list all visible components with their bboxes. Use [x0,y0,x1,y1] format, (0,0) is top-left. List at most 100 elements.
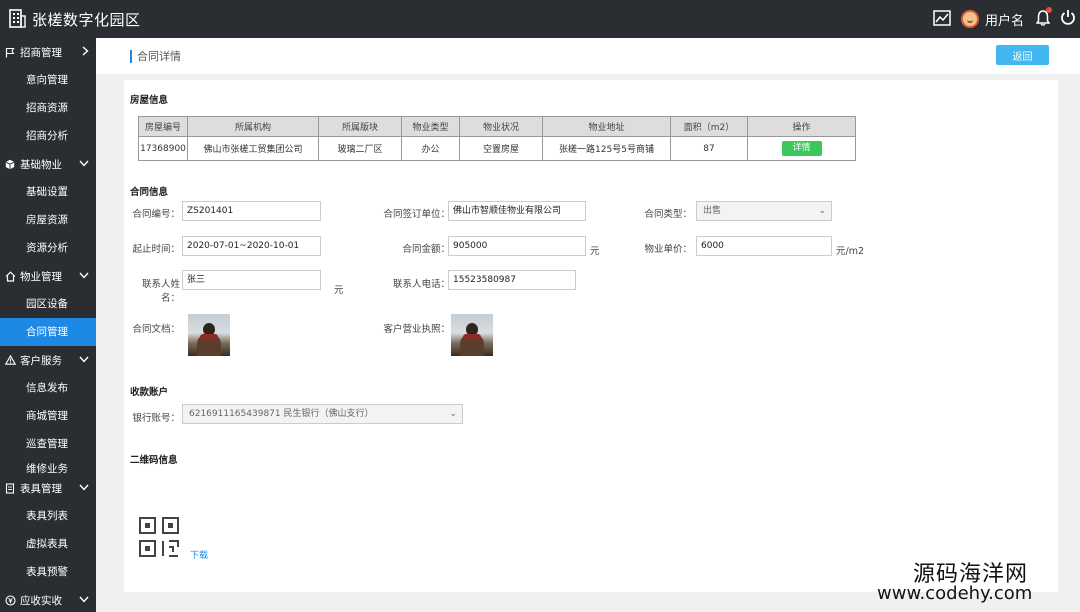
contract-doc-image[interactable] [188,314,230,356]
sidebar-item-park-equipment[interactable]: 园区设备 [0,290,96,318]
column-header: 操作 [747,116,856,137]
document-icon [4,482,16,494]
sidebar-item-investment-resources[interactable]: 招商资源 [0,94,96,122]
username[interactable]: 用户名 [985,10,1024,29]
brand[interactable]: 张槎数字化园区 [8,8,141,31]
app-title: 张槎数字化园区 [32,10,141,29]
contact-name-input[interactable]: 张三 [182,270,321,290]
sidebar-item-meter-list[interactable]: 表具列表 [0,502,96,530]
contract-unit-input[interactable]: 佛山市智顺佳物业有限公司 [448,201,586,221]
power-icon[interactable] [1060,9,1076,29]
amount-unit: 元 [590,246,600,257]
sidebar-group-label: 表具管理 [20,482,62,495]
column-header: 物业状况 [459,116,543,137]
sidebar: 招商管理 意向管理 招商资源 招商分析 基础物业 基础设置 房屋资源 资源分析 … [0,38,96,612]
chevron-down-icon [79,594,89,606]
top-bar: 张槎数字化园区 用户名 [0,0,1080,38]
chevron-down-icon [79,354,89,366]
detail-button[interactable]: 详情 [781,141,822,156]
sidebar-group-investment[interactable]: 招商管理 [0,38,96,66]
download-link[interactable]: 下载 [190,548,208,561]
sidebar-group-customer-service[interactable]: 客户服务 [0,346,96,374]
avatar[interactable] [960,10,979,28]
column-header: 物业地址 [542,116,671,137]
sidebar-group-meter-management[interactable]: 表具管理 [0,474,96,502]
flag-icon [4,47,16,58]
contact-phone-label: 联系人电话： [392,279,450,290]
sidebar-group-receivables[interactable]: 应收实收 [0,586,96,612]
table-cell: 办公 [401,136,460,161]
contract-detail-card: 房屋信息 房屋编号 所属机构 所属版块 物业类型 物业状况 物业地址 面积（m2… [124,80,1058,592]
sidebar-group-label: 招商管理 [20,46,62,59]
sidebar-item-mall-management[interactable]: 商城管理 [0,402,96,430]
business-license-label: 客户营业执照： [383,324,450,335]
sidebar-group-property-management[interactable]: 物业管理 [0,262,96,290]
sidebar-item-virtual-meter[interactable]: 虚拟表具 [0,530,96,558]
chevron-right-icon [82,46,89,59]
sidebar-group-label: 基础物业 [20,158,62,171]
bell-icon[interactable] [1035,7,1052,29]
chevron-down-icon [79,482,89,494]
sidebar-group-basic-property[interactable]: 基础物业 [0,150,96,178]
contract-number-input[interactable]: ZS201401 [182,201,321,221]
sidebar-item-house-resources[interactable]: 房屋资源 [0,206,96,234]
sidebar-item-info-publish[interactable]: 信息发布 [0,374,96,402]
watermark-url: www.codehy.com [877,583,1033,604]
coin-icon [4,594,16,606]
warning-icon [4,355,16,365]
unit-price-label: 物业单价： [644,244,692,255]
main-content: 合同详情 返回 房屋信息 房屋编号 所属机构 所属版块 物业类型 物业状况 物业… [96,38,1080,612]
back-button[interactable]: 返回 [996,45,1049,65]
contact-name-label: 联系人姓名： [141,279,180,304]
contract-amount-label: 合同金额： [402,244,450,255]
contact-unit: 元 [334,285,344,296]
chart-icon[interactable] [933,9,951,29]
column-header: 房屋编号 [138,116,188,137]
home-icon [4,270,16,282]
chevron-down-icon [79,158,89,170]
contract-period-label: 起止时间： [132,244,180,255]
section-title-house: 房屋信息 [130,95,169,106]
sidebar-item-contract-management[interactable]: 合同管理 [0,318,96,346]
sidebar-group-label: 物业管理 [20,270,62,283]
column-header: 面积（m2） [670,116,748,137]
sidebar-item-basic-settings[interactable]: 基础设置 [0,178,96,206]
table-cell: 详情 [747,136,856,161]
sidebar-item-resource-analysis[interactable]: 资源分析 [0,234,96,262]
contract-doc-label: 合同文档： [132,324,180,335]
notification-dot [1046,7,1052,13]
section-title-account: 收款账户 [130,387,169,398]
cube-icon [4,159,16,170]
sidebar-item-inspection-management[interactable]: 巡查管理 [0,430,96,458]
page-title: 合同详情 [130,50,181,63]
sidebar-group-label: 客户服务 [20,354,62,367]
contract-unit-label: 合同签订单位： [383,209,450,220]
chevron-down-icon: ⌄ [818,206,826,216]
sidebar-item-repair-business[interactable]: 维修业务 [0,458,96,474]
bank-account-select[interactable]: 6216911165439871 民生银行（佛山支行） ⌄ [182,404,463,424]
business-license-image[interactable] [451,314,493,356]
table-header-row: 房屋编号 所属机构 所属版块 物业类型 物业状况 物业地址 面积（m2） 操作 [138,116,856,137]
section-title-contract: 合同信息 [130,187,169,198]
column-header: 物业类型 [401,116,460,137]
contract-type-select[interactable]: 出售 ⌄ [696,201,832,221]
sidebar-item-intention[interactable]: 意向管理 [0,66,96,94]
table-cell: 87 [670,136,748,161]
contract-type-label: 合同类型： [644,209,692,220]
table-row: 17368900 佛山市张槎工贸集团公司 玻璃二厂区 办公 空置房屋 张槎一路1… [138,136,856,161]
sidebar-item-investment-analysis[interactable]: 招商分析 [0,122,96,150]
contract-amount-input[interactable]: 905000 [448,236,586,256]
table-cell: 17368900 [138,136,188,161]
column-header: 所属版块 [318,116,402,137]
price-unit: 元/m2 [836,246,864,257]
contract-period-input[interactable]: 2020-07-01~2020-10-01 [182,236,321,256]
bank-account-value: 6216911165439871 民生银行（佛山支行） [189,409,374,419]
sidebar-item-meter-warning[interactable]: 表具预警 [0,558,96,586]
contract-type-value: 出售 [703,206,722,216]
sidebar-group-label: 应收实收 [20,594,62,607]
contact-phone-input[interactable]: 15523580987 [448,270,576,290]
house-table: 房屋编号 所属机构 所属版块 物业类型 物业状况 物业地址 面积（m2） 操作 … [138,116,856,161]
bank-account-label: 银行账号： [132,413,180,424]
chevron-down-icon: ⌄ [449,409,457,419]
unit-price-input[interactable]: 6000 [696,236,832,256]
